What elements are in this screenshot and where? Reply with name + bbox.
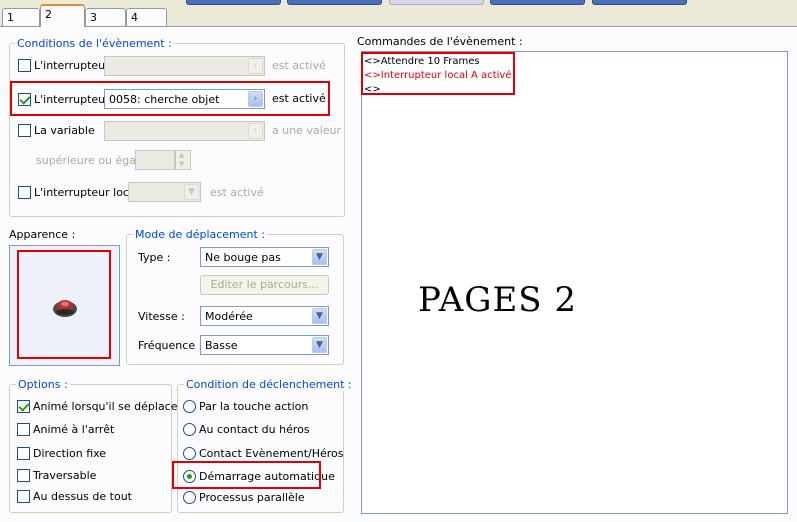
chevron-down-icon[interactable]: ▼	[312, 308, 327, 324]
switch1-label: L'interrupteur	[34, 59, 110, 72]
switch1-checkbox[interactable]	[18, 59, 31, 72]
option-through-checkbox[interactable]	[17, 469, 30, 482]
switch1-selector[interactable]: ›	[104, 56, 265, 76]
value-spinner[interactable]: ▲ ▼	[175, 150, 191, 170]
chevron-down-icon[interactable]: ▼	[312, 337, 327, 353]
option-fixed-dir-checkbox[interactable]	[17, 447, 30, 460]
commands-title: Commandes de l'évènement :	[357, 35, 523, 48]
tab-page-4[interactable]: 4	[126, 8, 167, 26]
highlight-switch2	[10, 81, 330, 116]
options-title: Options :	[16, 378, 70, 391]
trigger-parallel-radio[interactable]	[183, 491, 196, 504]
switch1-suffix: est activé	[272, 59, 326, 72]
movement-title: Mode de déplacement :	[133, 228, 268, 241]
local-switch-suffix: est activé	[210, 186, 264, 199]
chevron-down-icon[interactable]: ▼	[184, 184, 199, 200]
trigger-player-touch-label: Au contact du héros	[199, 423, 310, 436]
chevron-right-icon[interactable]: ›	[248, 58, 263, 74]
trigger-action-radio[interactable]	[183, 400, 196, 413]
tab-page-1[interactable]: 1	[2, 8, 40, 26]
type-value: Ne bouge pas	[205, 251, 281, 264]
variable-label: La variable	[34, 124, 95, 137]
speed-value: Modérée	[205, 310, 253, 323]
compare-label: supérieure ou égale	[36, 154, 146, 167]
local-switch-checkbox[interactable]	[18, 186, 31, 199]
toolbar-button-4[interactable]	[490, 0, 585, 5]
pages-overlay-text: PAGES 2	[418, 280, 578, 320]
trigger-action-label: Par la touche action	[199, 400, 309, 413]
frequency-label: Fréquence :	[138, 339, 203, 352]
trigger-event-touch-radio[interactable]	[183, 447, 196, 460]
local-switch-select[interactable]: ▼	[128, 182, 201, 202]
option-walk-anim-label: Animé lorsqu'il se déplace	[33, 400, 178, 413]
frequency-select[interactable]: Basse ▼	[200, 335, 329, 355]
option-through-label: Traversable	[33, 469, 97, 482]
tab-label: 4	[131, 11, 138, 24]
type-select[interactable]: Ne bouge pas ▼	[200, 247, 329, 267]
option-step-anim-label: Animé à l'arrêt	[33, 423, 115, 436]
tab-label: 1	[7, 11, 14, 24]
tab-page-3[interactable]: 3	[85, 8, 126, 26]
frequency-value: Basse	[205, 339, 238, 352]
variable-value-input[interactable]	[135, 150, 175, 170]
local-switch-label: L'interrupteur local	[34, 186, 139, 199]
highlight-autorun	[172, 461, 321, 489]
trigger-player-touch-radio[interactable]	[183, 423, 196, 436]
option-walk-anim-checkbox[interactable]	[17, 400, 30, 413]
toolbar-button-3[interactable]	[389, 0, 484, 5]
tab-page-2[interactable]: 2	[40, 4, 85, 27]
variable-suffix: a une valeur	[272, 124, 342, 137]
trigger-event-touch-label: Contact Evènement/Héros	[199, 447, 344, 460]
toolbar-button-2[interactable]	[287, 0, 382, 5]
highlight-commands	[361, 52, 515, 95]
chevron-down-icon[interactable]: ▼	[312, 249, 327, 265]
trigger-title: Condition de déclenchement :	[184, 378, 354, 391]
option-fixed-dir-label: Direction fixe	[33, 447, 107, 460]
trigger-parallel-label: Processus parallèle	[199, 491, 305, 504]
edit-route-button[interactable]: Editer le parcours...	[200, 275, 329, 295]
spin-up-icon[interactable]: ▲	[179, 151, 184, 159]
speed-select[interactable]: Modérée ▼	[200, 306, 329, 326]
type-label: Type :	[138, 251, 171, 264]
speed-label: Vitesse :	[138, 310, 185, 323]
variable-selector[interactable]: ›	[104, 121, 265, 141]
option-step-anim-checkbox[interactable]	[17, 423, 30, 436]
tab-label: 2	[45, 8, 52, 21]
toolbar-button-5[interactable]	[592, 0, 687, 5]
tab-label: 3	[90, 11, 97, 24]
option-on-top-checkbox[interactable]	[17, 490, 30, 503]
appearance-title: Apparence :	[9, 228, 76, 241]
conditions-title: Conditions de l'évènement :	[15, 37, 174, 50]
highlight-appearance	[17, 250, 111, 359]
chevron-right-icon[interactable]: ›	[248, 123, 263, 139]
spin-down-icon[interactable]: ▼	[179, 160, 184, 168]
toolbar-button-1[interactable]	[186, 0, 281, 5]
option-on-top-label: Au dessus de tout	[33, 490, 132, 503]
variable-checkbox[interactable]	[18, 124, 31, 137]
